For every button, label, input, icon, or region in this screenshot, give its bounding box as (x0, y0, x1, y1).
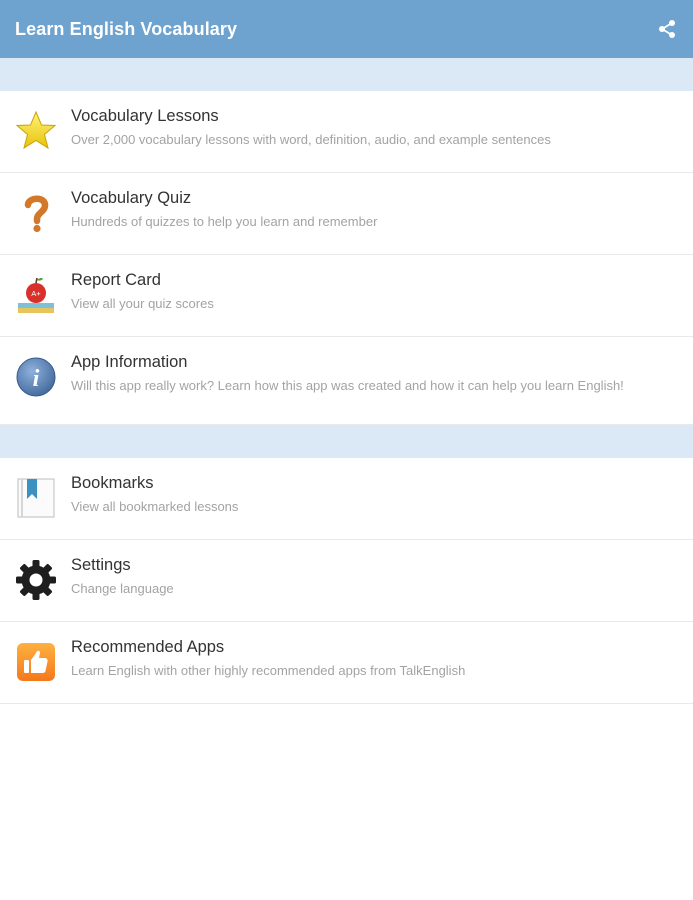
info-icon: i (14, 355, 58, 399)
grade-label: A+ (31, 289, 41, 298)
item-subtitle: Hundreds of quizzes to help you learn an… (71, 214, 378, 229)
menu-item-app-information[interactable]: i App Information Will this app really w… (0, 337, 693, 425)
item-subtitle: View all your quiz scores (71, 296, 214, 311)
item-title: Vocabulary Quiz (71, 189, 192, 207)
menu-list-secondary: Bookmarks View all bookmarked lessons Se… (0, 458, 693, 704)
item-title: Settings (71, 556, 131, 574)
menu-item-vocabulary-lessons[interactable]: Vocabulary Lessons Over 2,000 vocabulary… (0, 91, 693, 173)
bookmark-icon (14, 476, 58, 520)
share-button[interactable] (655, 17, 679, 41)
svg-text:i: i (33, 366, 40, 392)
item-title: Bookmarks (71, 474, 154, 492)
menu-item-bookmarks[interactable]: Bookmarks View all bookmarked lessons (0, 458, 693, 540)
section-separator (0, 425, 693, 458)
item-title: Vocabulary Lessons (71, 107, 219, 125)
app-title: Learn English Vocabulary (15, 18, 238, 39)
thumbs-up-icon (14, 640, 58, 684)
item-subtitle: Change language (71, 581, 174, 596)
menu-item-recommended-apps[interactable]: Recommended Apps Learn English with othe… (0, 622, 693, 704)
item-subtitle: View all bookmarked lessons (71, 499, 239, 514)
item-subtitle: Over 2,000 vocabulary lessons with word,… (71, 132, 551, 147)
question-mark-icon (14, 191, 58, 235)
menu-item-vocabulary-quiz[interactable]: Vocabulary Quiz Hundreds of quizzes to h… (0, 173, 693, 255)
item-title: Report Card (71, 271, 161, 289)
section-separator (0, 58, 693, 91)
item-subtitle: Learn English with other highly recommen… (71, 663, 466, 678)
menu-item-settings[interactable]: Settings Change language (0, 540, 693, 622)
menu-list-primary: Vocabulary Lessons Over 2,000 vocabulary… (0, 91, 693, 425)
gear-icon (14, 558, 58, 602)
menu-item-report-card[interactable]: A+ Report Card View all your quiz scores (0, 255, 693, 337)
apple-books-icon: A+ (14, 273, 58, 317)
share-icon (659, 20, 675, 38)
item-subtitle: Will this app really work? Learn how thi… (71, 378, 624, 393)
star-icon (14, 109, 58, 153)
item-title: App Information (71, 353, 188, 371)
item-title: Recommended Apps (71, 638, 225, 656)
app-bar: Learn English Vocabulary (0, 0, 693, 58)
